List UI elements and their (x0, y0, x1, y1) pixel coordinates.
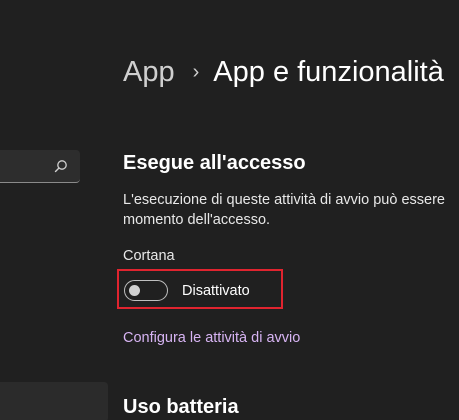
startup-description-text: L'esecuzione di queste attività di avvio… (123, 192, 445, 228)
battery-section-title: Uso batteria (123, 396, 239, 418)
breadcrumb-parent[interactable]: App (123, 56, 175, 89)
sidebar-item-selected[interactable] (0, 382, 108, 420)
page-title: App e funzionalità (213, 56, 444, 88)
startup-description: L'esecuzione di queste attività di avvio… (123, 190, 459, 230)
configure-startup-tasks-link[interactable]: Configura le attività di avvio (123, 330, 300, 346)
chevron-right-icon: › (192, 61, 200, 83)
startup-section-title: Esegue all'accesso (123, 152, 306, 174)
cortana-startup-toggle[interactable] (124, 280, 168, 301)
toggle-state-label: Disattivato (182, 283, 250, 299)
search-icon (54, 160, 67, 173)
search-input[interactable] (0, 150, 80, 183)
breadcrumb: App › App e funzionalità (123, 56, 444, 89)
startup-app-name: Cortana (123, 248, 175, 264)
sidebar (0, 0, 108, 420)
toggle-knob (129, 285, 140, 296)
